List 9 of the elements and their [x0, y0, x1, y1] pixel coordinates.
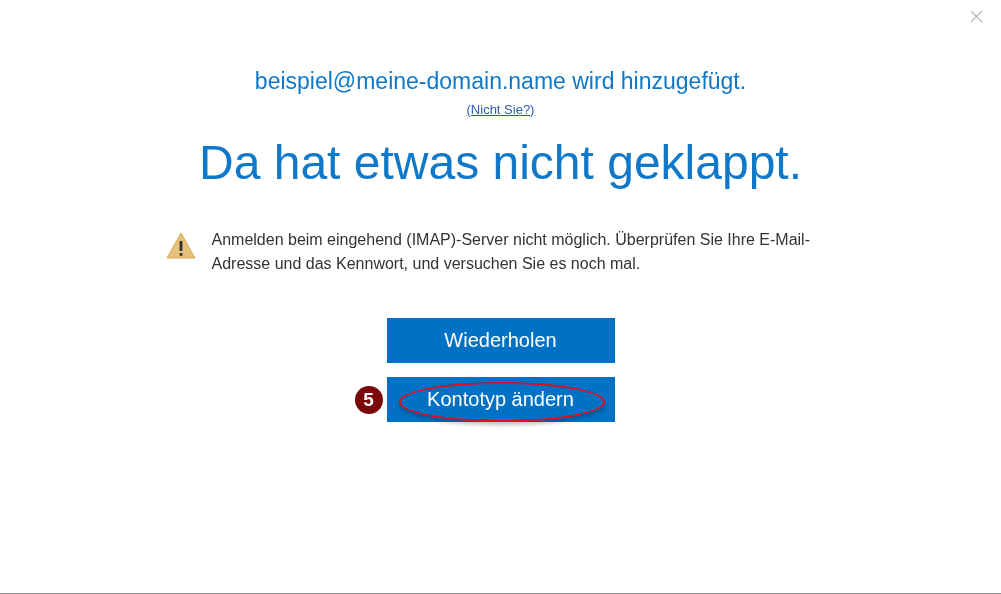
warning-icon: [165, 232, 196, 259]
action-button[interactable]: Kontotyp ändern: [386, 377, 615, 422]
not-you-link[interactable]: (Nicht Sie?): [466, 102, 535, 117]
close-icon[interactable]: [970, 10, 983, 23]
account-adding-text: beispiel@meine-domain.name wird hinzugefügt.: [254, 68, 747, 95]
error-headline: Da hat etwas nicht geklappt.: [199, 135, 802, 190]
error-message: Anmelden beim eingehend (IMAP)-Server nicht möglich. Überprüfen Sie Ihre E-Mail-Adresse und das Kennwort, und versuchen Sie es noch mal.: [211, 230, 811, 274]
step-badge: 5: [354, 386, 383, 414]
action-button[interactable]: Wiederholen: [386, 318, 615, 363]
